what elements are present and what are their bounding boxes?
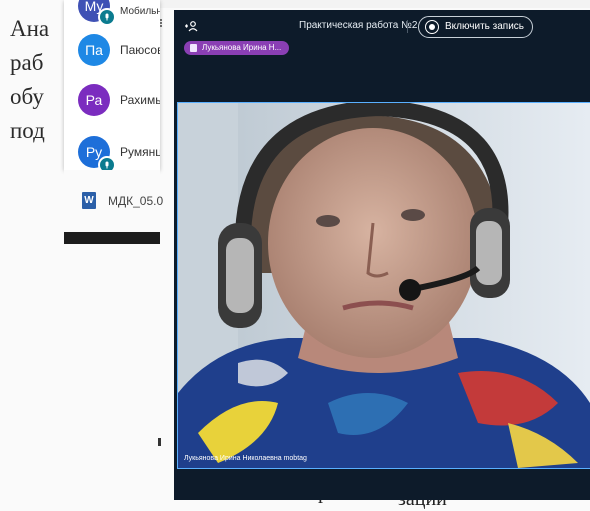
video-tile[interactable]: Лукьянова Ирина Николаевна mobtag	[178, 103, 590, 468]
mic-icon	[98, 8, 116, 26]
file-item[interactable]: W МДК_05.0	[64, 170, 164, 232]
mic-icon	[98, 156, 116, 170]
webcam-image	[178, 103, 590, 468]
word-file-icon: W	[82, 192, 96, 209]
participants-list[interactable]: Му Мобильна Па Паюсова Ра Рахимья Ру Рум…	[64, 0, 160, 170]
record-icon	[425, 20, 439, 34]
conference-header: Практическая работа №2 Включить запись	[174, 10, 590, 44]
more-options-icon[interactable]	[160, 18, 164, 32]
conference-title: Практическая работа №2	[299, 20, 418, 31]
header-divider	[407, 20, 408, 33]
avatar: Па	[78, 34, 110, 66]
doc-line: обу	[10, 84, 44, 109]
doc-line: раб	[10, 50, 44, 75]
panel-divider	[64, 232, 160, 244]
doc-line: под	[10, 118, 45, 143]
participant-name: Мобильна	[120, 6, 160, 17]
cursor-mark	[158, 438, 161, 446]
participant-row[interactable]: Па Паюсова	[64, 30, 160, 74]
participants-toggle-icon[interactable]	[184, 19, 198, 33]
document-text: Ана раб обу под	[10, 12, 49, 148]
file-name: МДК_05.0	[108, 194, 164, 208]
lock-icon	[190, 44, 197, 52]
speaker-name: Лукьянова Ирина Н...	[202, 43, 282, 52]
participant-row[interactable]: Ру Румянце	[64, 130, 160, 170]
conference-window: Практическая работа №2 Включить запись Л…	[174, 10, 590, 500]
video-caption: Лукьянова Ирина Николаевна mobtag	[184, 455, 307, 462]
record-button[interactable]: Включить запись	[418, 16, 533, 38]
participant-row[interactable]: Ра Рахимья	[64, 80, 160, 124]
viewer-top-strip	[160, 0, 590, 8]
participant-name: Румянце	[120, 145, 160, 159]
doc-line: Ана	[10, 16, 50, 41]
active-speaker-badge: Лукьянова Ирина Н...	[184, 41, 290, 55]
participant-name: Рахимья	[120, 93, 160, 107]
participant-name: Паюсова	[120, 43, 160, 57]
record-label: Включить запись	[445, 21, 524, 32]
avatar: Ра	[78, 84, 110, 116]
participant-row[interactable]: Му Мобильна	[64, 0, 160, 28]
